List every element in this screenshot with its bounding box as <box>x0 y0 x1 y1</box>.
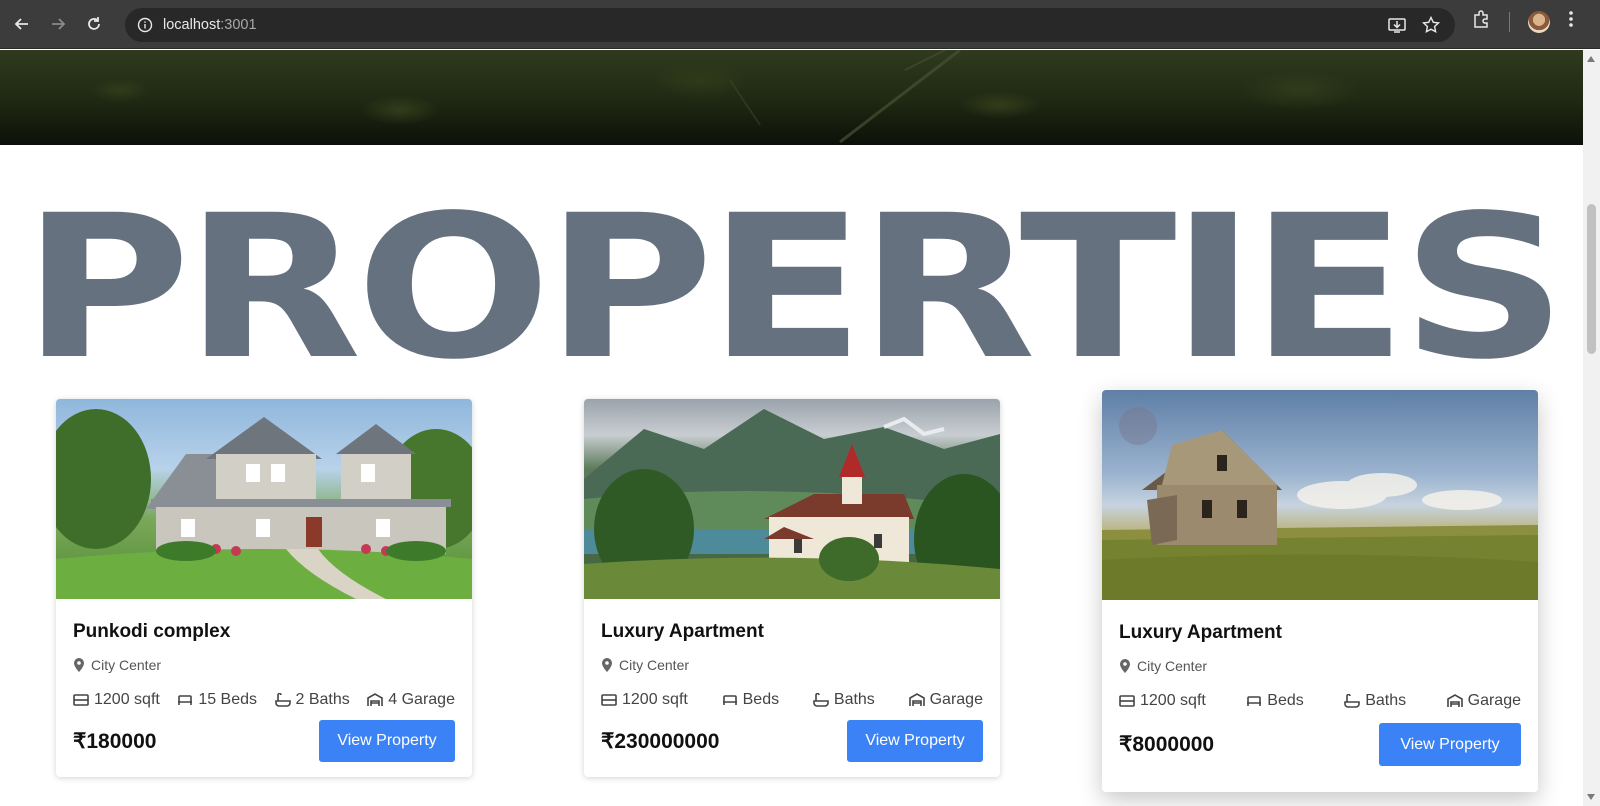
profile-avatar[interactable] <box>1528 10 1550 33</box>
property-location: City Center <box>73 657 455 673</box>
scrollbar-thumb[interactable] <box>1587 204 1596 354</box>
view-property-button[interactable]: View Property <box>319 720 455 762</box>
bed-icon <box>1247 696 1262 706</box>
site-info-icon[interactable] <box>136 16 154 34</box>
property-image-farmhouse <box>1102 390 1538 600</box>
page-title: PROPERTIES <box>22 173 1567 404</box>
garage-icon <box>367 693 384 706</box>
property-price: ₹8000000 <box>1119 733 1215 756</box>
view-property-button[interactable]: View Property <box>847 720 983 762</box>
feature-baths: Baths <box>813 691 875 709</box>
property-location: City Center <box>601 657 983 673</box>
forward-button[interactable] <box>44 10 72 38</box>
feature-area: 1200 sqft <box>1119 692 1206 710</box>
feature-beds: 15 Beds <box>177 691 257 709</box>
bed-icon <box>178 695 193 705</box>
page-scrollbar[interactable] <box>1583 50 1600 806</box>
view-property-button[interactable]: View Property <box>1379 723 1521 766</box>
property-location: City Center <box>1119 658 1521 674</box>
property-features: 1200 sqft Beds Baths Garage <box>601 691 983 709</box>
property-features: 1200 sqft Beds Baths Garage <box>1119 692 1521 710</box>
feature-beds: Beds <box>1246 692 1304 710</box>
reload-icon <box>88 17 100 30</box>
arrow-left-icon <box>14 18 28 30</box>
browser-toolbar: localhost:3001 <box>0 0 1600 49</box>
reload-button[interactable] <box>80 10 108 38</box>
extensions-icon[interactable] <box>1471 9 1491 34</box>
property-title: Luxury Apartment <box>1119 622 1282 643</box>
bath-icon <box>274 693 291 707</box>
url-text: localhost:3001 <box>163 17 257 33</box>
bookmark-star-icon[interactable] <box>1421 15 1441 40</box>
map-pin-icon <box>602 658 612 672</box>
scroll-up-arrow[interactable] <box>1587 56 1595 62</box>
arrow-right-icon <box>52 18 66 30</box>
property-title: Luxury Apartment <box>601 621 764 642</box>
bath-icon <box>813 693 829 707</box>
map-pin-icon <box>74 658 84 672</box>
area-icon <box>601 694 617 706</box>
garage-icon <box>1446 694 1463 707</box>
garage-icon <box>908 693 925 706</box>
property-title: Punkodi complex <box>73 621 231 642</box>
scroll-down-arrow[interactable] <box>1587 794 1595 800</box>
area-icon <box>73 694 89 706</box>
feature-garage: Garage <box>1446 692 1521 710</box>
feature-area: 1200 sqft <box>73 691 160 709</box>
feature-baths: Baths <box>1344 692 1406 710</box>
feature-beds: Beds <box>722 691 779 709</box>
property-card[interactable]: Luxury Apartment City Center 1200 sqft B… <box>1102 390 1538 792</box>
location-text: City Center <box>619 657 690 673</box>
toolbar-divider <box>1509 11 1510 32</box>
menu-kebab-icon[interactable] <box>1568 9 1574 34</box>
property-price: ₹180000 <box>73 729 157 753</box>
property-image-house <box>56 399 472 599</box>
property-features: 1200 sqft 15 Beds 2 Baths 4 Garage <box>73 691 455 709</box>
property-price: ₹230000000 <box>601 729 720 753</box>
location-text: City Center <box>1137 658 1208 674</box>
feature-baths: 2 Baths <box>274 691 350 709</box>
area-icon <box>1119 695 1135 707</box>
bed-icon <box>722 695 737 705</box>
page-viewport: PROPERTIES Punkodi complex City Center 1… <box>0 50 1583 806</box>
feature-garage: 4 Garage <box>367 691 455 709</box>
location-text: City Center <box>91 657 162 673</box>
install-app-icon[interactable] <box>1387 15 1407 40</box>
property-card[interactable]: Punkodi complex City Center 1200 sqft 15… <box>56 399 472 777</box>
feature-area: 1200 sqft <box>601 691 688 709</box>
ripple-indicator <box>1119 407 1157 445</box>
bath-icon <box>1344 694 1361 708</box>
hero-branches <box>729 50 961 144</box>
hero-image <box>0 50 1583 145</box>
property-image-chapel <box>584 399 1000 599</box>
property-card[interactable]: Luxury Apartment City Center 1200 sqft B… <box>584 399 1000 777</box>
address-bar[interactable]: localhost:3001 <box>125 8 1455 42</box>
feature-garage: Garage <box>908 691 983 709</box>
back-button[interactable] <box>8 10 36 38</box>
map-pin-icon <box>1120 659 1130 673</box>
